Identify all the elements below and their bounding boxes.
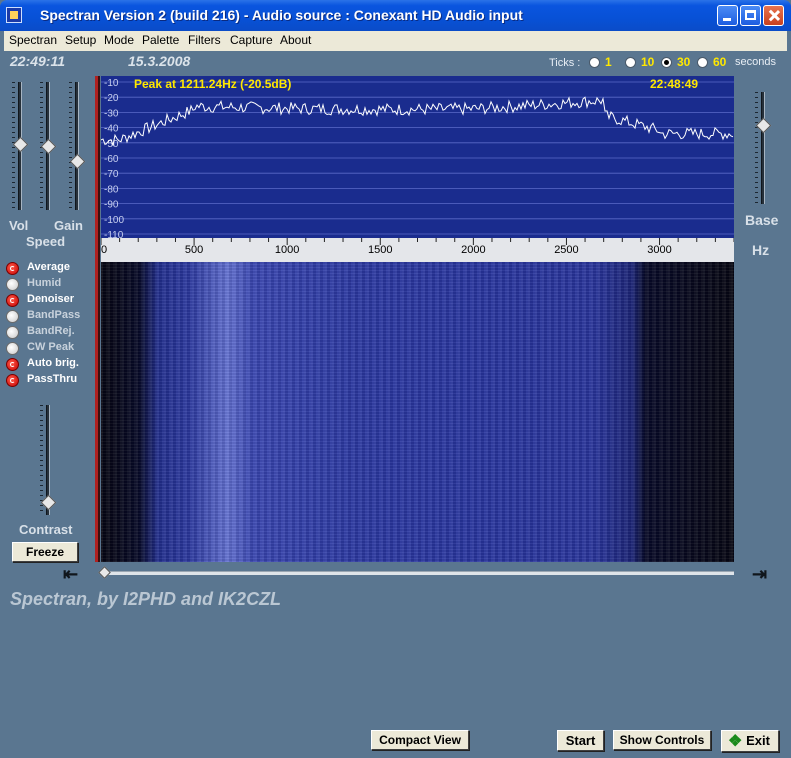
level-bar (95, 76, 100, 562)
toggle-led-icon (6, 374, 19, 387)
ticks-radio-30[interactable] (661, 57, 672, 68)
ticks-unit-label: seconds (735, 56, 776, 68)
menu-palette[interactable]: Palette (142, 33, 179, 47)
minimize-button[interactable] (717, 5, 738, 26)
db-tick-label: -60 (104, 154, 119, 165)
compact-view-button[interactable]: Compact View (371, 730, 469, 750)
ticks-option-60: 60 (713, 55, 727, 69)
gain-label: Gain (54, 218, 83, 233)
toggle-led-icon (6, 278, 19, 291)
toggle-label: PassThru (27, 373, 78, 385)
close-button[interactable] (763, 5, 784, 26)
db-tick-label: -90 (104, 200, 119, 211)
db-tick-label: -30 (104, 108, 119, 119)
toggle-label: Average (27, 261, 71, 273)
exit-label: Exit (746, 733, 770, 748)
arrow-right-icon[interactable]: ⇥ (752, 564, 767, 585)
running-man-icon: ❖ (728, 733, 743, 750)
toggle-led-icon (6, 326, 19, 339)
base-label: Base (745, 212, 779, 228)
db-tick-label: -100 (104, 215, 124, 226)
freq-tick-label: 2000 (461, 244, 485, 256)
menu-bar: Spectran Setup Mode Palette Filters Capt… (4, 31, 787, 51)
arrow-left-icon[interactable]: ⇤ (63, 564, 78, 585)
vol-label: Vol (9, 218, 29, 233)
clock-time: 22:49:11 (10, 53, 66, 69)
menu-capture[interactable]: Capture (230, 33, 273, 47)
credits-text: Spectran, by I2PHD and IK2CZL (10, 589, 282, 609)
ticks-radio-10[interactable] (625, 57, 636, 68)
ticks-option-10: 10 (641, 55, 655, 69)
menu-filters[interactable]: Filters (188, 33, 221, 47)
show-controls-button[interactable]: Show Controls (613, 730, 711, 750)
db-tick-label: -80 (104, 184, 119, 195)
hz-label: Hz (752, 242, 770, 258)
contrast-slider-thumb[interactable] (40, 494, 57, 511)
clock-date: 15.3.2008 (128, 53, 191, 69)
spectrum-time: 22:48:49 (650, 77, 698, 91)
exit-button[interactable]: ❖ Exit (721, 730, 779, 752)
freq-tick-label: 1500 (368, 244, 392, 256)
toggle-led-icon (6, 262, 19, 275)
base-slider-thumb[interactable] (755, 117, 772, 134)
speed-slider-track[interactable] (75, 82, 79, 210)
toggle-label: Humid (27, 277, 62, 289)
freq-tick-label: 0 (101, 244, 107, 256)
base-slider-track[interactable] (761, 92, 765, 204)
toggle-led-icon (6, 342, 19, 355)
toggle-led-icon (6, 294, 19, 307)
toggle-led-icon (6, 358, 19, 371)
ticks-option-30: 30 (677, 55, 691, 69)
freq-tick-label: 3000 (647, 244, 671, 256)
freq-tick-label: 1000 (275, 244, 299, 256)
maximize-button[interactable] (740, 5, 761, 26)
db-tick-label: -40 (104, 124, 119, 135)
position-slider-thumb[interactable] (98, 566, 111, 579)
app-icon[interactable] (6, 7, 22, 23)
contrast-label: Contrast (19, 522, 73, 537)
gain-slider-thumb[interactable] (40, 138, 57, 155)
vol-slider-thumb[interactable] (12, 136, 29, 153)
freeze-button[interactable]: Freeze (12, 542, 78, 562)
speed-scale (69, 82, 72, 210)
start-button[interactable]: Start (557, 730, 604, 751)
peak-readout: Peak at 1211.24Hz (-20.5dB) (134, 77, 291, 91)
ticks-label: Ticks : (549, 57, 581, 69)
menu-mode[interactable]: Mode (104, 33, 134, 47)
spectrum-plot[interactable]: -10-20-30-40-50-60-70-80-90-100-110 Peak… (101, 76, 734, 262)
window-title: Spectran Version 2 (build 216) - Audio s… (40, 7, 523, 23)
toggle-label: BandPass (27, 309, 81, 321)
toggle-led-icon (6, 310, 19, 323)
menu-about[interactable]: About (280, 33, 311, 47)
contrast-scale (40, 405, 43, 515)
toggle-label: CW Peak (27, 341, 75, 353)
spectrum-background (101, 76, 734, 238)
db-tick-label: -10 (104, 78, 119, 89)
title-bar: Spectran Version 2 (build 216) - Audio s… (0, 0, 791, 31)
waterfall-display[interactable] (101, 262, 734, 562)
speed-slider-thumb[interactable] (69, 153, 86, 170)
freq-tick-label: 500 (185, 244, 203, 256)
toggle-label: Auto brig. (27, 357, 79, 369)
ticks-radio-1[interactable] (589, 57, 600, 68)
ticks-radio-60[interactable] (697, 57, 708, 68)
base-scale (755, 92, 758, 204)
position-slider-track[interactable] (101, 571, 734, 575)
toggle-label: BandRej. (27, 325, 75, 337)
menu-setup[interactable]: Setup (65, 33, 96, 47)
menu-spectran[interactable]: Spectran (9, 33, 57, 47)
ticks-option-1: 1 (605, 55, 612, 69)
db-tick-label: -20 (104, 93, 119, 104)
db-tick-label: -70 (104, 169, 119, 180)
freq-tick-label: 2500 (554, 244, 578, 256)
speed-label: Speed (26, 234, 66, 249)
toggle-label: Denoiser (27, 293, 75, 305)
